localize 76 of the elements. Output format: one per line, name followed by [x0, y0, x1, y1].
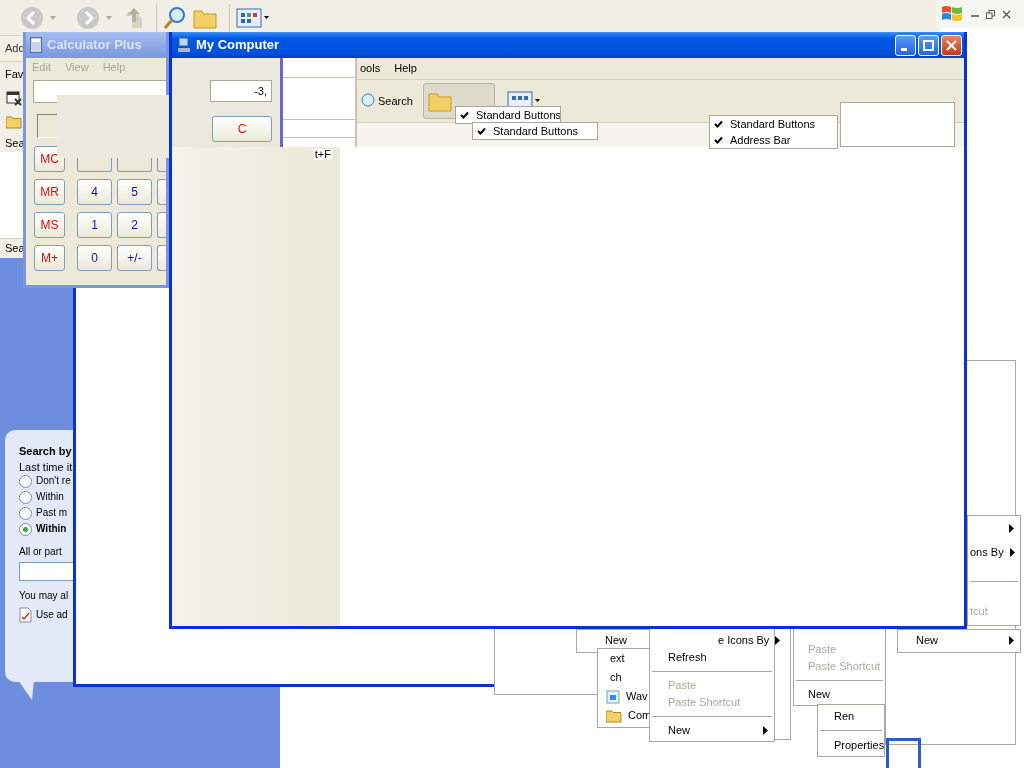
menu-item[interactable]: New	[794, 686, 885, 703]
restore-icon[interactable]	[986, 9, 995, 19]
menu-item[interactable]: Address Bar	[710, 132, 837, 148]
folder-icon	[6, 115, 22, 129]
calculator-key[interactable]: MR	[34, 179, 65, 205]
folder-icon	[606, 708, 622, 723]
flag-logo-icon	[940, 4, 964, 24]
calculator-key[interactable]: C	[212, 116, 272, 142]
document-check-icon	[19, 607, 32, 623]
selection-rectangle	[886, 738, 921, 768]
calculator-key[interactable]: 2	[117, 212, 152, 238]
menu-item[interactable]: ools	[360, 63, 381, 74]
calculator-key[interactable]: 5	[117, 179, 152, 205]
menu-item[interactable]: New	[650, 722, 774, 739]
favorites-label: Fav	[5, 68, 24, 80]
calculator-key[interactable]: 1	[77, 212, 112, 238]
calculator-key[interactable]: +/-	[117, 245, 152, 271]
menu-item[interactable]: Standard Buttons	[473, 123, 597, 139]
up-folder-icon[interactable]	[124, 5, 144, 30]
menu-item[interactable]: e Icons By	[700, 632, 774, 649]
search-heading: Search by	[19, 446, 72, 457]
search-icon	[359, 93, 375, 109]
menu-item[interactable]: ons By	[968, 540, 1020, 564]
minimize-button[interactable]	[895, 34, 916, 56]
calculator-key[interactable]	[157, 212, 166, 238]
maximize-icon	[923, 39, 934, 51]
menu-item[interactable]: Properties	[818, 736, 884, 754]
dropdown-arrow-icon[interactable]	[106, 15, 112, 20]
window-title: My Computer	[196, 36, 280, 55]
folder-icon	[427, 90, 452, 112]
menu-item[interactable]: Wav	[598, 687, 650, 706]
menu-item[interactable]: Standard Buttons	[710, 116, 837, 132]
calculator-icon	[30, 37, 42, 53]
field-label: All or part	[19, 547, 62, 557]
menu-item[interactable]: ext	[598, 649, 650, 668]
calculator-key[interactable]: M+	[34, 245, 65, 271]
close-icon	[946, 39, 957, 51]
prompt-text: Last time it	[19, 462, 73, 473]
advanced-link[interactable]: Use ad	[19, 607, 68, 623]
radio-button-icon[interactable]	[19, 490, 32, 504]
window-title: Calculator Plus	[47, 36, 142, 55]
dropdown-arrow-icon[interactable]	[50, 15, 56, 20]
views-icon[interactable]	[236, 6, 270, 29]
radio-option[interactable]: Don't re	[19, 473, 71, 489]
close-button[interactable]	[941, 34, 962, 56]
radio-option[interactable]: Within	[19, 521, 67, 537]
display-field: -3,	[210, 80, 272, 102]
calculator-key[interactable]: 4	[77, 179, 112, 205]
close-icon[interactable]	[1002, 9, 1011, 19]
menu-item[interactable]: Standard Buttons	[456, 107, 560, 123]
maximize-button[interactable]	[918, 34, 939, 56]
search-icon[interactable]	[163, 5, 187, 30]
computer-icon	[177, 37, 191, 53]
menu-item[interactable]: Ren	[818, 707, 884, 725]
sound-file-icon	[606, 689, 620, 704]
radio-button-icon[interactable]	[19, 506, 32, 520]
radio-option[interactable]: Past m	[19, 505, 68, 521]
menu-item[interactable]: Help	[394, 63, 417, 74]
radio-button-icon[interactable]	[19, 522, 32, 536]
forward-icon[interactable]	[76, 5, 100, 30]
radio-button-icon[interactable]	[19, 474, 32, 488]
note-text: You may al	[19, 591, 69, 601]
calculator-key[interactable]	[157, 245, 166, 271]
calculator-key[interactable]: 0	[77, 245, 112, 271]
minimize-icon	[900, 47, 907, 51]
shortcut-text: t+F	[313, 149, 332, 160]
calculator-key[interactable]: MS	[34, 212, 65, 238]
menu-item[interactable]: Refresh	[650, 649, 774, 666]
window-icon[interactable]	[6, 90, 22, 106]
back-icon[interactable]	[20, 5, 44, 30]
menu-item[interactable]: New	[898, 630, 1020, 650]
menu-item[interactable]: ch	[598, 668, 650, 687]
text-input[interactable]	[19, 562, 73, 581]
radio-option[interactable]: Within	[19, 489, 64, 505]
calculator-key[interactable]	[157, 179, 166, 205]
search-button[interactable]: Search	[359, 93, 413, 109]
